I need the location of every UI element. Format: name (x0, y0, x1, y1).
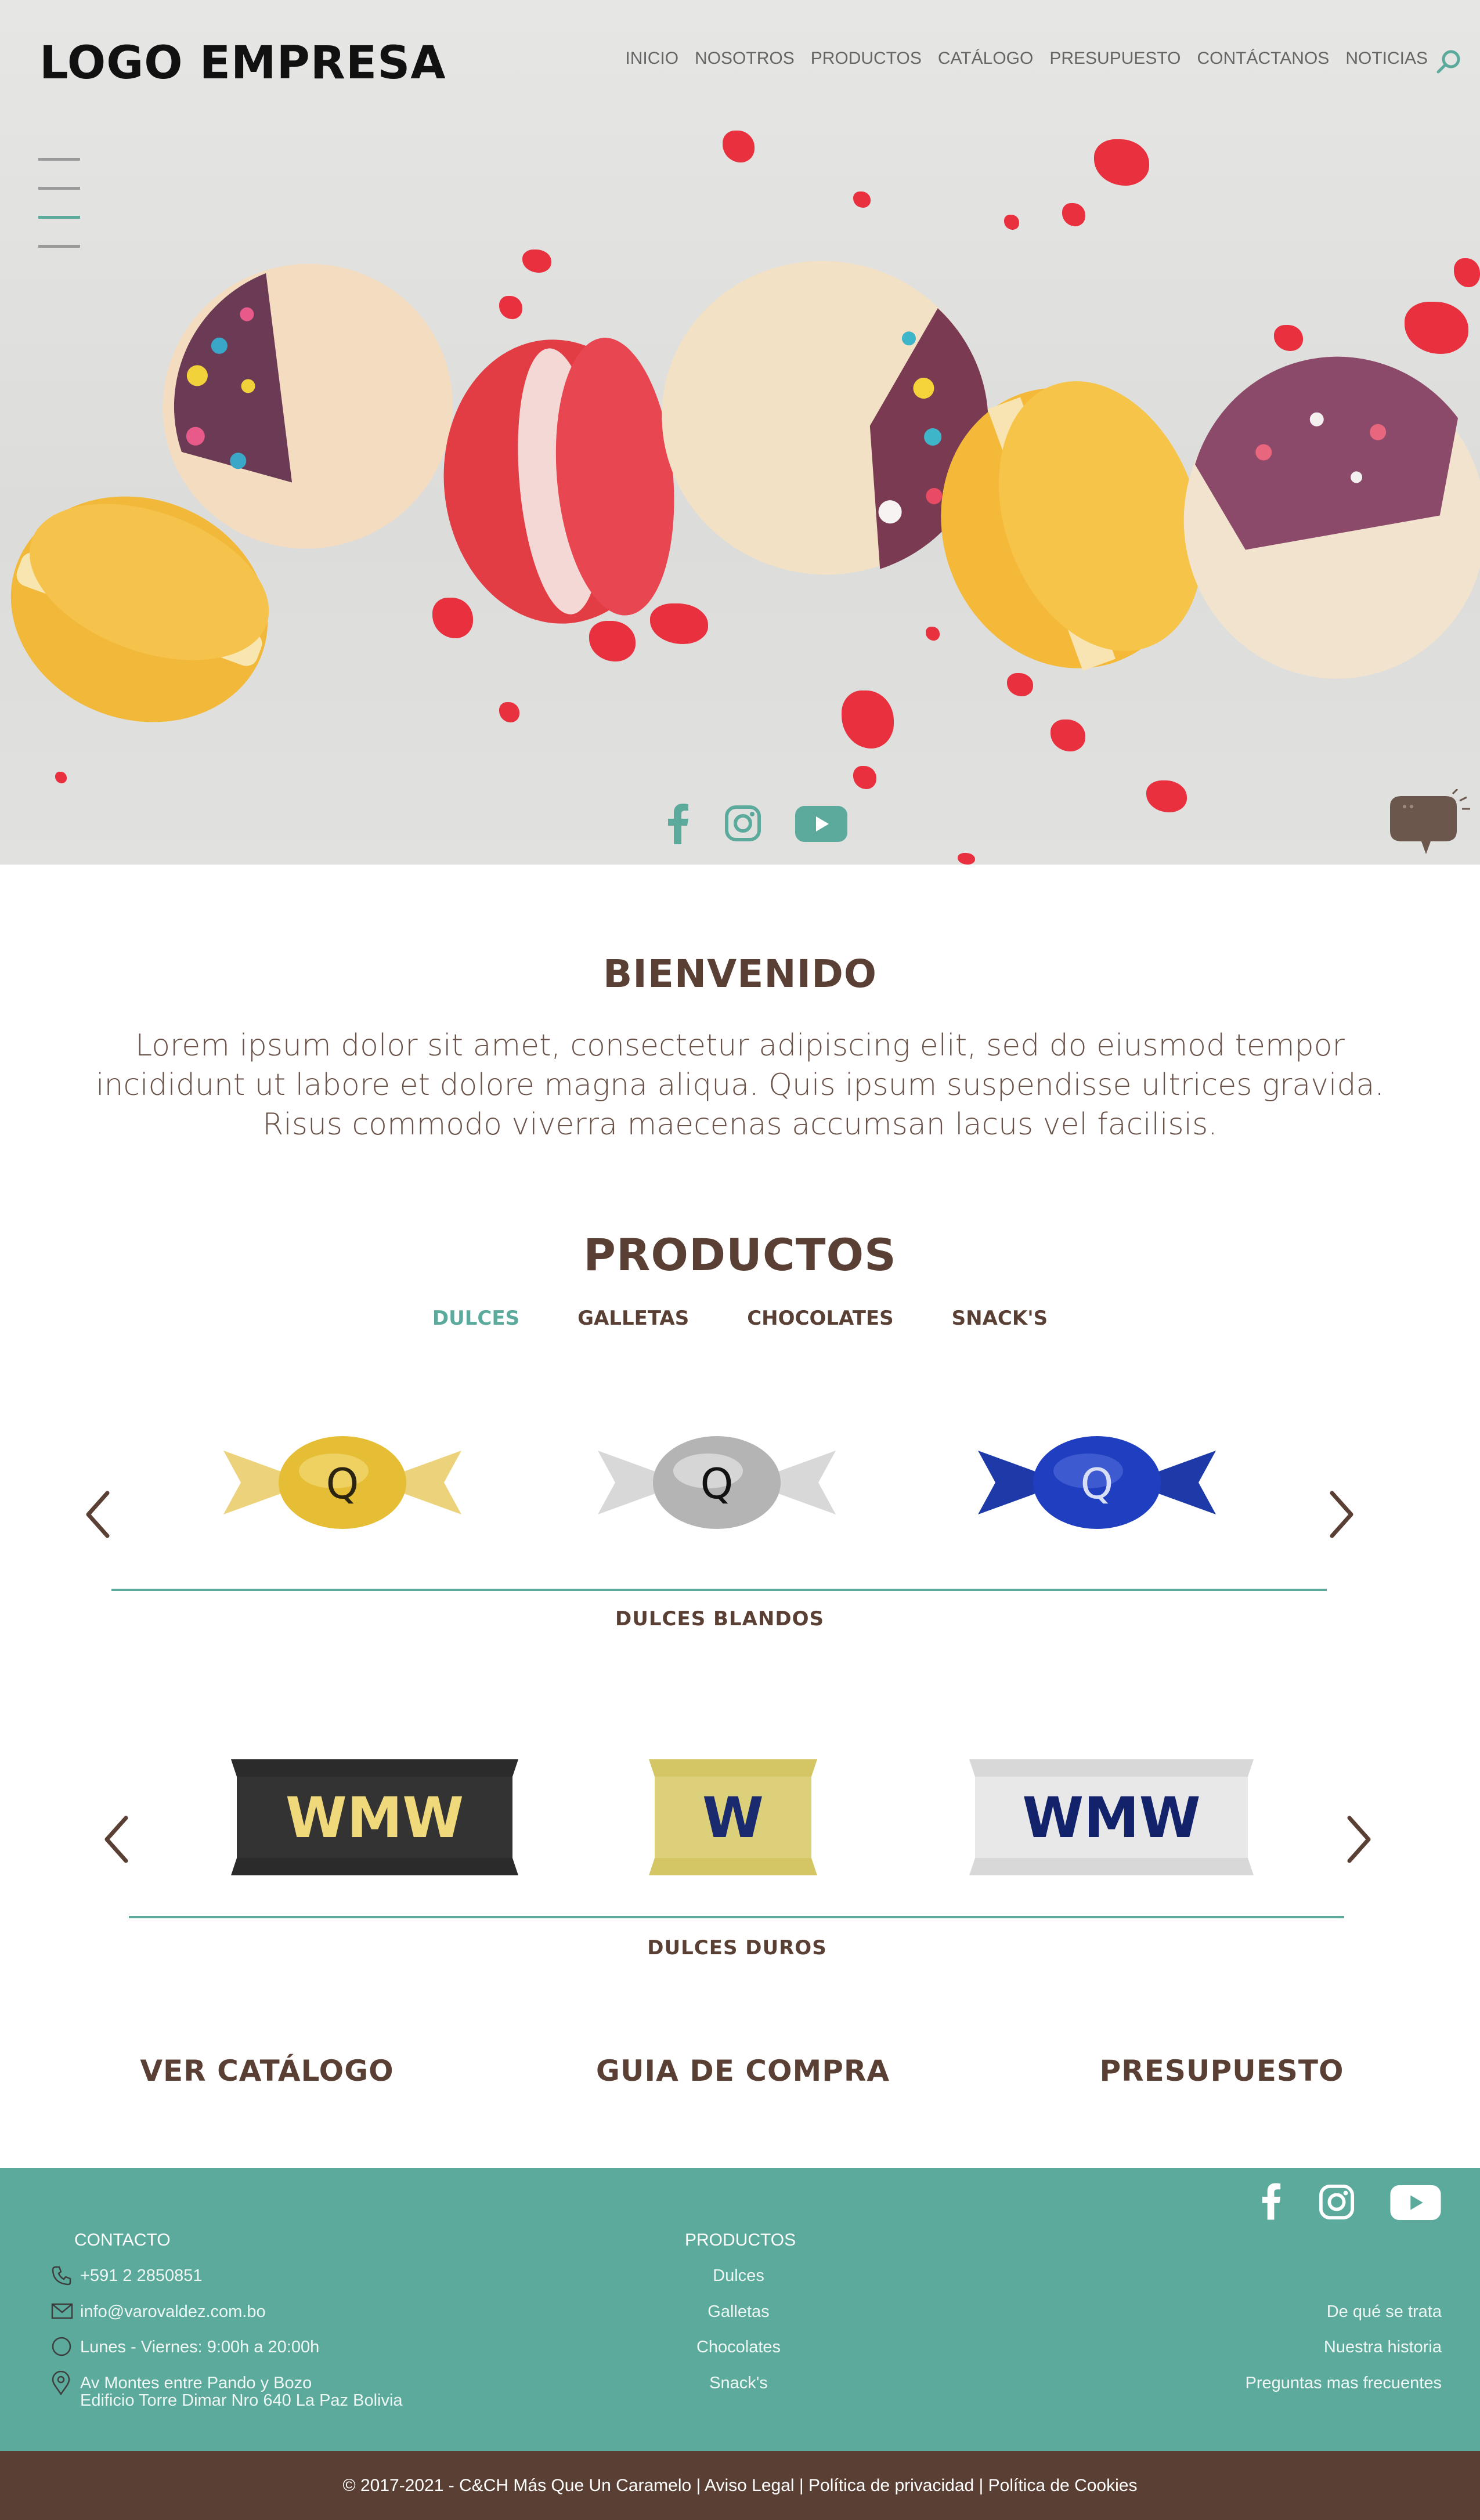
product-card[interactable]: Q (592, 1427, 842, 1538)
product-card[interactable]: WMW (231, 1753, 518, 1881)
youtube-icon[interactable] (795, 806, 847, 842)
footer-link-chocolates[interactable]: Chocolates (667, 2338, 810, 2357)
hero-social-links (656, 798, 853, 850)
chat-bubble-icon[interactable] (1384, 789, 1471, 859)
tab-dulces[interactable]: DULCES (432, 1307, 519, 1330)
footer: CONTACTO +591 2 2850851 info@varovaldez.… (0, 2168, 1480, 2451)
row-label-soft-candies: DULCES BLANDOS (615, 1607, 824, 1630)
nav-productos[interactable]: PRODUCTOS (811, 49, 922, 68)
instagram-icon[interactable] (724, 805, 761, 842)
footer-link-snacks[interactable]: Snack's (667, 2374, 810, 2393)
products-title: PRODUCTOS (583, 1229, 897, 1281)
product-card[interactable]: W (649, 1753, 817, 1881)
candy-mark: W (702, 1785, 764, 1850)
product-card[interactable]: Q (218, 1427, 467, 1538)
row-label-hard-candies: DULCES DUROS (647, 1936, 827, 1959)
contact-phone[interactable]: +591 2 2850851 (80, 2266, 202, 2286)
presupuesto-button[interactable]: PRESUPUESTO (1048, 2054, 1396, 2088)
footer-link-faq[interactable]: Preguntas mas frecuentes (1245, 2374, 1442, 2393)
menu-toggle-icon[interactable] (38, 158, 80, 251)
carousel-next-icon[interactable] (1341, 1813, 1376, 1865)
copyright-bar: © 2017-2021 - C&CH Más Que Un Caramelo |… (0, 2451, 1480, 2520)
tab-chocolates[interactable]: CHOCOLATES (747, 1307, 893, 1330)
phone-icon (52, 2266, 71, 2286)
footer-link-history[interactable]: Nuestra historia (1324, 2338, 1442, 2357)
tab-snacks[interactable]: SNACK'S (952, 1307, 1048, 1330)
welcome-title: BIENVENIDO (602, 952, 878, 996)
tab-galletas[interactable]: GALLETAS (577, 1307, 689, 1330)
facebook-icon[interactable] (1261, 2183, 1282, 2220)
product-card[interactable]: Q (972, 1427, 1222, 1538)
nav-catalogo[interactable]: CATÁLOGO (938, 49, 1033, 68)
nav-inicio[interactable]: INICIO (625, 49, 678, 68)
contact-address-line2: Edificio Torre Dimar Nro 640 La Paz Boli… (80, 2391, 403, 2410)
candy-mark: Q (326, 1459, 359, 1508)
main-nav: INICIO NOSOTROS PRODUCTOS CATÁLOGO PRESU… (625, 49, 1428, 68)
youtube-icon[interactable] (1390, 2185, 1441, 2220)
instagram-icon[interactable] (1319, 2184, 1355, 2220)
macarons-image (10, 261, 1480, 722)
hero-banner: LOGO EMPRESA INICIO NOSOTROS PRODUCTOS C… (0, 0, 1480, 865)
contact-hours: Lunes - Viernes: 9:00h a 20:00h (80, 2338, 320, 2356)
footer-link-dulces[interactable]: Dulces (667, 2266, 810, 2286)
row-divider (111, 1589, 1327, 1591)
candy-mark: Q (700, 1459, 734, 1508)
contact-heading: CONTACTO (74, 2230, 171, 2250)
email-icon (51, 2303, 73, 2319)
welcome-text: Lorem ipsum dolor sit amet, consectetur … (96, 1028, 1384, 1142)
products-heading: PRODUCTOS (685, 2230, 796, 2250)
product-card[interactable]: WMW (969, 1753, 1254, 1881)
footer-link-about[interactable]: De qué se trata (1327, 2302, 1442, 2322)
contact-address-line1: Av Montes entre Pando y Bozo (80, 2374, 312, 2392)
candy-mark: Q (1080, 1459, 1114, 1508)
carousel-next-icon[interactable] (1323, 1488, 1358, 1541)
nav-contactanos[interactable]: CONTÁCTANOS (1197, 49, 1330, 68)
nav-noticias[interactable]: NOTICIAS (1345, 49, 1428, 68)
candy-mark: WMW (285, 1785, 464, 1850)
contact-email[interactable]: info@varovaldez.com.bo (80, 2302, 266, 2322)
nav-presupuesto[interactable]: PRESUPUESTO (1049, 49, 1181, 68)
product-tabs: DULCES GALLETAS CHOCOLATES SNACK'S (0, 1307, 1480, 1330)
carousel-prev-icon[interactable] (81, 1488, 116, 1541)
facebook-icon[interactable] (666, 804, 690, 844)
nav-nosotros[interactable]: NOSOTROS (695, 49, 795, 68)
row-divider (129, 1916, 1344, 1918)
search-icon[interactable] (1434, 48, 1463, 77)
ver-catalogo-button[interactable]: VER CATÁLOGO (93, 2054, 441, 2088)
footer-link-galletas[interactable]: Galletas (667, 2302, 810, 2322)
clock-icon (52, 2337, 71, 2356)
location-pin-icon (52, 2371, 70, 2395)
carousel-prev-icon[interactable] (100, 1813, 135, 1865)
copyright-text[interactable]: © 2017-2021 - C&CH Más Que Un Caramelo |… (343, 2476, 1138, 2496)
company-logo[interactable]: LOGO EMPRESA (39, 37, 446, 89)
guia-de-compra-button[interactable]: GUIA DE COMPRA (569, 2054, 917, 2088)
candy-mark: WMW (1022, 1785, 1201, 1850)
